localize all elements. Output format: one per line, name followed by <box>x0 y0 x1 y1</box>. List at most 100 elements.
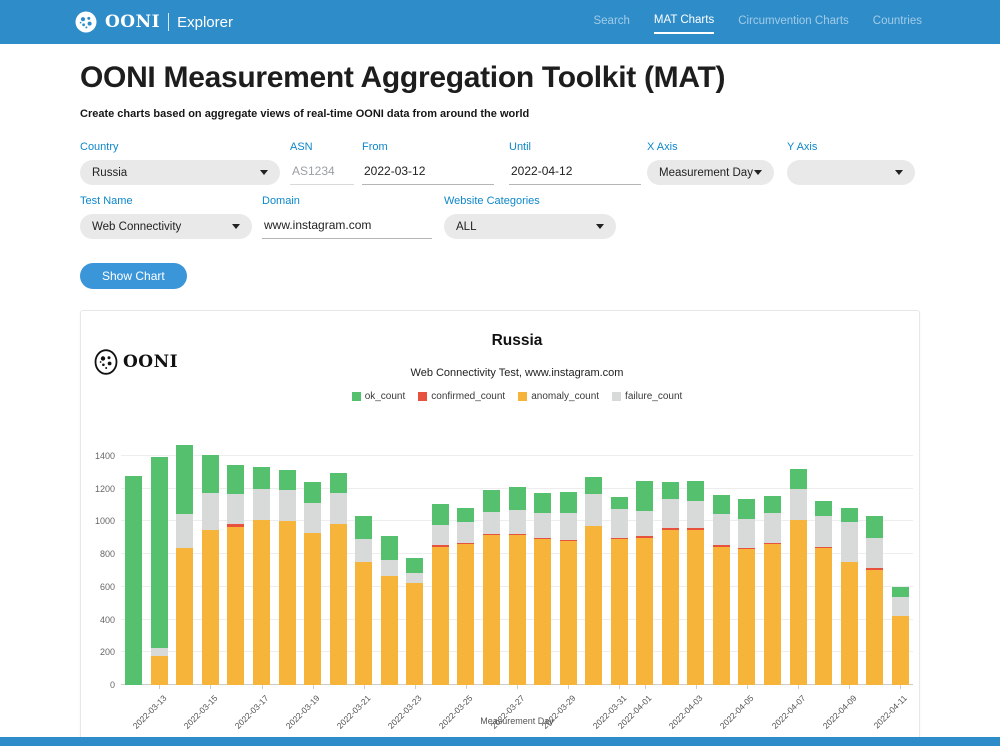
test-name-select[interactable]: Web Connectivity <box>80 214 252 239</box>
bar-stack-2022-03-21[interactable] <box>355 516 372 685</box>
bar-stack-2022-03-29[interactable] <box>560 492 577 685</box>
ooni-emblem-icon <box>94 349 118 375</box>
x-tick-mark <box>159 685 160 689</box>
bar-segment-ok_count <box>202 455 219 493</box>
x-tick-mark <box>415 685 416 689</box>
chart-legend: ok_count confirmed_count anomaly_count fail… <box>121 391 913 402</box>
legend-item-confirmed_count[interactable]: confirmed_count <box>418 391 505 402</box>
nav-countries[interactable]: Countries <box>873 11 922 33</box>
bar-segment-ok_count <box>279 470 296 490</box>
bar-stack-2022-03-26[interactable] <box>483 490 500 685</box>
bar-segment-anomaly_count <box>815 548 832 685</box>
bar-segment-failure_count <box>355 539 372 561</box>
bar-stack-2022-03-19[interactable] <box>304 482 321 685</box>
bar-segment-ok_count <box>662 482 679 499</box>
legend-swatch-icon <box>418 392 427 401</box>
legend-item-failure_count[interactable]: failure_count <box>612 391 682 402</box>
chart-card: OONI Russia Web Connectivity Test, www.i… <box>80 310 920 746</box>
until-date-input[interactable] <box>509 160 641 185</box>
bar-segment-anomaly_count <box>406 583 423 685</box>
bar-segment-anomaly_count <box>509 535 526 686</box>
bar-segment-ok_count <box>841 508 858 523</box>
y-tick-label: 400 <box>77 615 115 625</box>
bar-stack-2022-04-01[interactable] <box>636 481 653 685</box>
bar-segment-failure_count <box>815 516 832 547</box>
bar-stack-2022-04-07[interactable] <box>790 469 807 685</box>
legend-label: confirmed_count <box>431 391 505 402</box>
bar-stack-2022-03-31[interactable] <box>611 497 628 685</box>
bar-segment-ok_count <box>483 490 500 511</box>
bar-segment-ok_count <box>764 496 781 513</box>
legend-swatch-icon <box>612 392 621 401</box>
chevron-down-icon <box>232 224 240 229</box>
country-select[interactable]: Russia <box>80 160 280 185</box>
bar-stack-2022-04-02[interactable] <box>662 482 679 685</box>
bar-stack-2022-03-24[interactable] <box>432 504 449 685</box>
bar-segment-failure_count <box>176 514 193 548</box>
x-tick-mark <box>517 685 518 689</box>
bar-segment-anomaly_count <box>687 530 704 685</box>
bar-stack-2022-04-05[interactable] <box>738 499 755 685</box>
bar-stack-2022-03-20[interactable] <box>330 473 347 685</box>
bar-segment-anomaly_count <box>764 544 781 685</box>
bar-segment-ok_count <box>687 481 704 501</box>
nav-search[interactable]: Search <box>593 11 629 33</box>
bar-stack-2022-04-11[interactable] <box>892 587 909 685</box>
asn-input[interactable] <box>290 160 354 185</box>
bar-segment-ok_count <box>611 497 628 509</box>
show-chart-button[interactable]: Show Chart <box>80 263 187 289</box>
domain-input[interactable] <box>262 214 432 239</box>
bar-stack-2022-03-17[interactable] <box>253 467 270 685</box>
bar-stack-2022-03-18[interactable] <box>279 470 296 685</box>
bar-stack-2022-03-13[interactable] <box>151 457 168 685</box>
main-nav: Search MAT Charts Circumvention Charts C… <box>593 10 922 34</box>
filter-form: Country Russia ASN From Until X Axis <box>80 141 920 239</box>
website-categories-select[interactable]: ALL <box>444 214 616 239</box>
bar-stack-2022-03-22[interactable] <box>381 536 398 685</box>
from-date-input[interactable] <box>362 160 494 185</box>
bar-stack-2022-03-30[interactable] <box>585 477 602 685</box>
bar-segment-anomaly_count <box>381 576 398 685</box>
bar-segment-ok_count <box>866 516 883 538</box>
bar-segment-ok_count <box>125 476 142 685</box>
y-axis-select[interactable] <box>787 160 915 185</box>
website-categories-label: Website Categories <box>444 195 616 207</box>
bar-stack-2022-03-25[interactable] <box>457 508 474 685</box>
bar-segment-anomaly_count <box>585 526 602 686</box>
nav-mat-charts[interactable]: MAT Charts <box>654 10 714 34</box>
bar-stack-2022-03-12[interactable] <box>125 476 142 685</box>
legend-swatch-icon <box>518 392 527 401</box>
nav-circumvention-charts[interactable]: Circumvention Charts <box>738 11 849 33</box>
bar-stack-2022-03-16[interactable] <box>227 465 244 685</box>
bar-stack-2022-04-04[interactable] <box>713 495 730 685</box>
bar-segment-anomaly_count <box>892 616 909 685</box>
bar-stack-2022-04-06[interactable] <box>764 496 781 685</box>
bar-stack-2022-04-10[interactable] <box>866 516 883 685</box>
bar-segment-ok_count <box>790 469 807 489</box>
bar-stack-2022-03-27[interactable] <box>509 487 526 685</box>
bar-segment-ok_count <box>253 467 270 489</box>
y-tick-label: 0 <box>77 680 115 690</box>
x-tick-mark <box>313 685 314 689</box>
bar-segment-anomaly_count <box>790 520 807 685</box>
bar-stack-2022-03-15[interactable] <box>202 455 219 685</box>
bar-stack-2022-04-03[interactable] <box>687 481 704 685</box>
x-tick-mark <box>849 685 850 689</box>
legend-item-ok_count[interactable]: ok_count <box>352 391 406 402</box>
bar-segment-ok_count <box>892 587 909 597</box>
brand[interactable]: OONI Explorer <box>75 11 233 33</box>
x-tick-mark <box>798 685 799 689</box>
bar-stack-2022-03-14[interactable] <box>176 445 193 685</box>
bar-stack-2022-04-08[interactable] <box>815 501 832 685</box>
bar-stack-2022-04-09[interactable] <box>841 508 858 685</box>
chart-title: Russia <box>121 332 913 350</box>
page-title: OONI Measurement Aggregation Toolkit (MA… <box>80 61 920 95</box>
bar-stack-2022-03-23[interactable] <box>406 558 423 685</box>
bar-segment-failure_count <box>202 493 219 530</box>
country-label: Country <box>80 141 280 153</box>
x-axis-select[interactable]: Measurement Day <box>647 160 774 185</box>
bar-segment-ok_count <box>815 501 832 516</box>
bar-segment-anomaly_count <box>738 549 755 685</box>
bar-stack-2022-03-28[interactable] <box>534 493 551 685</box>
legend-item-anomaly_count[interactable]: anomaly_count <box>518 391 599 402</box>
